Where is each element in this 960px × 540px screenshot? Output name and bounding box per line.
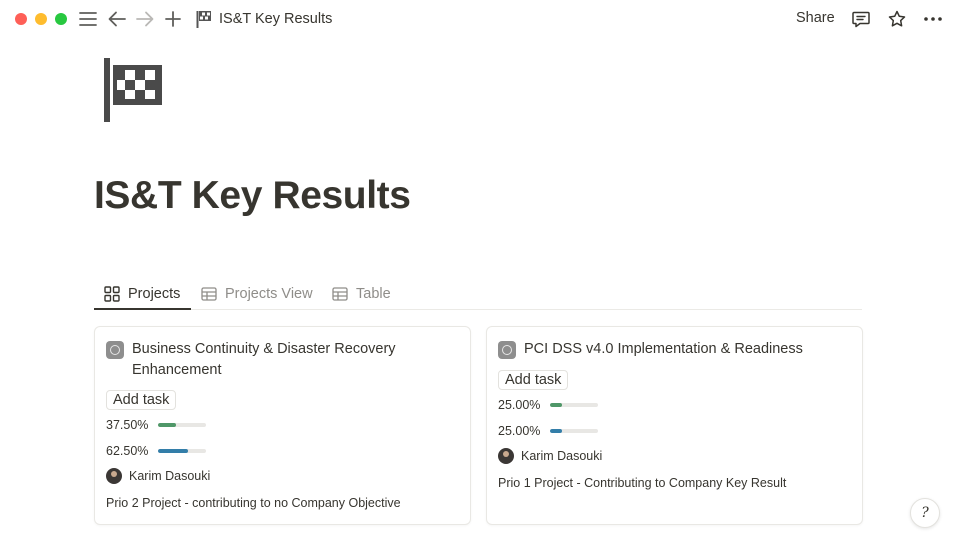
add-task-button[interactable]: Add task xyxy=(498,370,569,390)
tab-projects-view[interactable]: Projects View xyxy=(201,282,313,306)
top-bar: IS&T Key Results Share xyxy=(0,0,960,38)
progress-value: 25.00% xyxy=(498,398,541,412)
active-tab-indicator xyxy=(94,308,191,310)
tab-table[interactable]: Table xyxy=(332,282,391,306)
table-icon xyxy=(201,287,217,301)
owner-name: Karim Dasouki xyxy=(521,449,603,463)
more-options-icon[interactable] xyxy=(922,8,944,30)
progress-fill xyxy=(158,449,188,453)
card-title[interactable]: Business Continuity & Disaster Recovery … xyxy=(132,339,446,380)
progress-fill xyxy=(158,423,176,427)
card-note: Prio 2 Project - contributing to no Comp… xyxy=(106,496,401,510)
card-header: Business Continuity & Disaster Recovery … xyxy=(106,339,446,380)
tab-label: Table xyxy=(356,286,391,302)
project-icon xyxy=(498,341,516,359)
card-header: PCI DSS v4.0 Implementation & Readiness xyxy=(498,339,838,360)
view-tabs: Projects Projects View Table xyxy=(94,278,862,310)
close-window-button[interactable] xyxy=(15,13,27,25)
project-card[interactable]: Business Continuity & Disaster Recovery … xyxy=(94,326,471,525)
owner-name: Karim Dasouki xyxy=(129,469,211,483)
progress-bar xyxy=(158,423,206,427)
page-title[interactable]: IS&T Key Results xyxy=(94,174,411,218)
forward-arrow-icon[interactable] xyxy=(134,8,156,30)
progress-row: 25.00% xyxy=(498,397,598,413)
share-button[interactable]: Share xyxy=(796,10,835,26)
avatar xyxy=(106,468,122,484)
minimize-window-button[interactable] xyxy=(35,13,47,25)
new-page-plus-icon[interactable] xyxy=(162,8,184,30)
breadcrumb[interactable]: IS&T Key Results xyxy=(196,9,332,29)
progress-fill xyxy=(550,403,562,407)
card-title[interactable]: PCI DSS v4.0 Implementation & Readiness xyxy=(524,339,803,360)
gallery-icon xyxy=(104,286,120,302)
favorite-star-icon[interactable] xyxy=(886,8,908,30)
project-icon xyxy=(106,341,124,359)
comments-icon[interactable] xyxy=(850,8,872,30)
progress-value: 25.00% xyxy=(498,424,541,438)
tab-label: Projects xyxy=(128,286,181,302)
progress-value: 62.50% xyxy=(106,444,149,458)
owner[interactable]: Karim Dasouki xyxy=(498,448,602,464)
progress-bar xyxy=(550,429,598,433)
progress-value: 37.50% xyxy=(106,418,149,432)
project-card[interactable]: PCI DSS v4.0 Implementation & Readiness … xyxy=(486,326,863,525)
progress-row: 25.00% xyxy=(498,423,598,439)
progress-row: 62.50% xyxy=(106,443,206,459)
help-button[interactable]: ? xyxy=(910,498,940,528)
add-task-button[interactable]: Add task xyxy=(106,390,177,410)
avatar xyxy=(498,448,514,464)
checkered-flag-icon xyxy=(196,11,211,28)
progress-fill xyxy=(550,429,562,433)
tab-label: Projects View xyxy=(225,286,313,302)
card-note: Prio 1 Project - Contributing to Company… xyxy=(498,476,787,490)
page-icon-checkered-flag[interactable] xyxy=(104,58,162,122)
owner[interactable]: Karim Dasouki xyxy=(106,468,210,484)
progress-bar xyxy=(158,449,206,453)
breadcrumb-page-title: IS&T Key Results xyxy=(219,11,333,27)
table-icon xyxy=(332,287,348,301)
progress-row: 37.50% xyxy=(106,417,206,433)
zoom-window-button[interactable] xyxy=(55,13,67,25)
tab-projects[interactable]: Projects xyxy=(104,282,180,306)
progress-bar xyxy=(550,403,598,407)
sidebar-toggle-icon[interactable] xyxy=(77,8,99,30)
back-arrow-icon[interactable] xyxy=(106,8,128,30)
